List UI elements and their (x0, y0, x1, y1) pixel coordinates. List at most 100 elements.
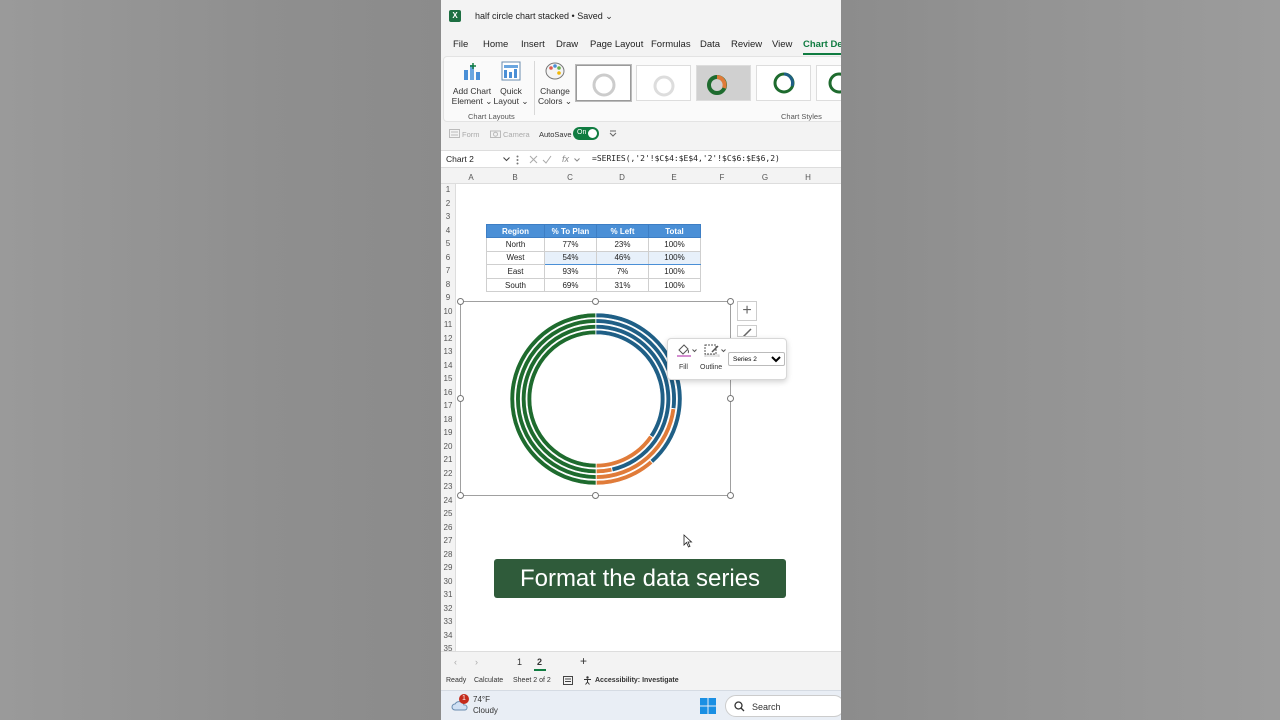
column-header-d[interactable]: D (619, 173, 625, 182)
menu-file[interactable]: File (453, 39, 468, 50)
chart-style-1[interactable] (575, 64, 632, 102)
row-header[interactable]: 16 (441, 388, 455, 397)
cell-region[interactable]: West (486, 250, 545, 266)
cell-total[interactable]: 100% (648, 237, 701, 252)
cell-left[interactable]: 31% (596, 277, 649, 293)
row-header[interactable]: 10 (441, 307, 455, 316)
column-header-f[interactable]: F (720, 173, 725, 182)
resize-handle-ne[interactable] (727, 298, 734, 305)
windows-start-icon[interactable] (700, 698, 716, 714)
resize-handle-e[interactable] (727, 395, 734, 402)
row-header[interactable]: 2 (441, 199, 455, 208)
column-header-g[interactable]: G (762, 173, 768, 182)
cell-to-plan[interactable]: 93% (544, 264, 597, 279)
cell-to-plan[interactable]: 77% (544, 237, 597, 252)
cell-total[interactable]: 100% (648, 264, 701, 279)
cell-region[interactable]: South (486, 277, 545, 293)
cell-left[interactable]: 46% (596, 250, 649, 266)
column-header-a[interactable]: A (468, 173, 473, 182)
row-header[interactable]: 12 (441, 334, 455, 343)
column-header-e[interactable]: E (671, 173, 676, 182)
row-header[interactable]: 17 (441, 401, 455, 410)
header-region[interactable]: Region (486, 224, 545, 238)
row-header[interactable]: 32 (441, 604, 455, 613)
autosave-toggle[interactable]: On (573, 127, 599, 140)
chart-elements-plus-icon[interactable]: + (737, 301, 757, 321)
status-accessibility[interactable]: Accessibility: Investigate (595, 677, 679, 684)
formula-input[interactable]: =SERIES(,'2'!$C$4:$E$4,'2'!$C$6:$E$6,2) (592, 154, 780, 163)
fill-bucket-icon[interactable] (676, 343, 692, 357)
row-header[interactable]: 29 (441, 563, 455, 572)
row-header[interactable]: 5 (441, 239, 455, 248)
cell-total[interactable]: 100% (648, 277, 701, 293)
row-header[interactable]: 15 (441, 374, 455, 383)
menu-draw[interactable]: Draw (556, 39, 578, 50)
cell-total[interactable]: 100% (648, 250, 701, 266)
camera-button[interactable]: Camera (503, 130, 530, 139)
chart-style-4[interactable] (756, 65, 811, 101)
outline-label[interactable]: Outline (700, 364, 722, 371)
row-header[interactable]: 31 (441, 590, 455, 599)
series-select-dropdown[interactable]: Series 2 (728, 352, 785, 366)
header-total[interactable]: Total (648, 224, 701, 238)
menu-formulas[interactable]: Formulas (651, 39, 691, 50)
menu-review[interactable]: Review (731, 39, 762, 50)
doughnut-segment-3-2[interactable] (595, 467, 613, 474)
menu-home[interactable]: Home (483, 39, 508, 50)
header-left[interactable]: % Left (596, 224, 649, 238)
page-view-icon[interactable] (563, 676, 573, 685)
row-header[interactable]: 9 (441, 293, 455, 302)
column-header-c[interactable]: C (567, 173, 573, 182)
chart-area[interactable] (460, 301, 731, 496)
resize-handle-n[interactable] (592, 298, 599, 305)
row-header[interactable]: 26 (441, 523, 455, 532)
add-sheet-button[interactable]: + (580, 654, 587, 668)
row-header[interactable]: 8 (441, 280, 455, 289)
row-header[interactable]: 18 (441, 415, 455, 424)
cancel-icon[interactable] (529, 155, 538, 164)
sheet-tab-1[interactable]: 1 (517, 657, 522, 667)
cell-left[interactable]: 7% (596, 264, 649, 279)
status-calculate[interactable]: Calculate (474, 677, 503, 684)
resize-handle-sw[interactable] (457, 492, 464, 499)
cell-region[interactable]: East (486, 264, 545, 279)
chart-styles-brush-icon[interactable] (737, 325, 757, 337)
menu-chart-design[interactable]: Chart Des (803, 39, 841, 50)
name-box-dropdown-icon[interactable] (503, 157, 510, 162)
row-header[interactable]: 24 (441, 496, 455, 505)
fx-dropdown-icon[interactable] (574, 158, 580, 162)
column-header-h[interactable]: H (805, 173, 811, 182)
outline-dropdown-icon[interactable] (721, 349, 726, 353)
cell-to-plan[interactable]: 54% (544, 250, 597, 266)
weather-condition[interactable]: Cloudy (473, 706, 498, 715)
menu-insert[interactable]: Insert (521, 39, 545, 50)
worksheet-grid[interactable]: A B C D E F G H 1 2 3 4 5 6 7 8 9 10 11 12 13 14 15 16 1… (441, 171, 841, 651)
cell-region[interactable]: North (486, 237, 545, 252)
change-colors-button[interactable]: Change Colors ⌄ (536, 61, 574, 106)
document-title[interactable]: half circle chart stacked • Saved ⌄ (475, 11, 613, 22)
row-header[interactable]: 25 (441, 509, 455, 518)
row-header[interactable]: 1 (441, 185, 455, 194)
row-header[interactable]: 7 (441, 266, 455, 275)
resize-handle-se[interactable] (727, 492, 734, 499)
row-header[interactable]: 35 (441, 644, 455, 651)
row-header[interactable]: 30 (441, 577, 455, 586)
row-header[interactable]: 3 (441, 212, 455, 221)
customize-qat-icon[interactable] (609, 130, 617, 138)
prev-sheet-icon[interactable]: ‹ (454, 657, 457, 667)
menu-page-layout[interactable]: Page Layout (590, 39, 643, 50)
row-header[interactable]: 28 (441, 550, 455, 559)
doughnut-chart[interactable] (461, 302, 732, 497)
taskbar-search[interactable]: Search (725, 695, 841, 717)
sheet-tab-2[interactable]: 2 (537, 657, 542, 667)
accessibility-icon[interactable] (583, 676, 592, 685)
resize-handle-w[interactable] (457, 395, 464, 402)
more-options-icon[interactable] (516, 155, 519, 165)
fill-dropdown-icon[interactable] (692, 349, 697, 353)
outline-pen-icon[interactable] (704, 343, 720, 357)
row-header[interactable]: 23 (441, 482, 455, 491)
row-header[interactable]: 4 (441, 226, 455, 235)
next-sheet-icon[interactable]: › (475, 657, 478, 667)
row-header[interactable]: 27 (441, 536, 455, 545)
cell-to-plan[interactable]: 69% (544, 277, 597, 293)
